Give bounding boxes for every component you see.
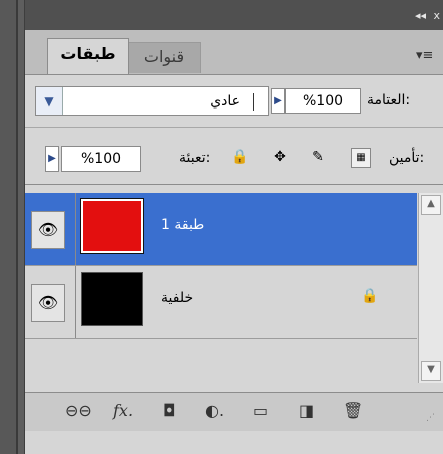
scroll-up-icon[interactable]: ▲ [421,195,441,215]
tab-channels[interactable]: قنوات [127,42,201,73]
fill-input[interactable]: %100 [61,146,141,172]
blend-opacity-row: ▼ عادي ▶ %100 العتامة: [25,74,443,128]
lock-all-icon[interactable]: 🔒 [231,148,249,166]
layers-list: 👁 طبقة 1 👁 خلفية 🔒 ▲ ▼ [25,185,443,392]
folder-icon[interactable]: ▭ [253,401,268,420]
layer-thumbnail [80,198,144,254]
close-icon[interactable]: x [433,9,440,22]
lock-icon: 🔒 [361,288,379,304]
panel-title-strip: ◂◂ x [25,0,443,31]
lock-fill-row: ▶ %100 تعبئة: 🔒 ✥ ✎ ▦ تأمين: [25,128,443,185]
panel-tabs: قنوات طبقات ▾≡ [25,30,443,75]
blend-mode-select[interactable]: ▼ عادي [35,86,269,116]
lock-label: تأمين: [389,150,425,166]
tab-layers[interactable]: طبقات [47,38,129,74]
opacity-input[interactable]: %100 [285,88,361,114]
double-chevron-icon[interactable]: ◂◂ [415,9,426,22]
fill-slider-icon[interactable]: ▶ [45,146,59,172]
fx-icon[interactable]: fx. [113,401,133,420]
eye-icon[interactable]: 👁 [31,284,65,322]
scrollbar[interactable]: ▲ ▼ [418,193,443,383]
mask-icon[interactable]: ◘ [163,401,176,420]
layer-name: طبقة 1 [161,217,205,233]
eye-icon[interactable]: 👁 [31,211,65,249]
opacity-label: العتامة: [367,92,411,108]
blend-mode-value: عادي [210,93,240,109]
trash-icon[interactable]: 🗑 [343,401,363,420]
layer-row[interactable]: 👁 خلفية 🔒 [25,266,417,339]
lock-transparency-icon[interactable]: ▦ [351,148,371,168]
layer-thumbnail [81,272,143,326]
scroll-down-icon[interactable]: ▼ [421,361,441,381]
lock-position-icon[interactable]: ✥ [271,148,289,166]
adjustment-icon[interactable]: ◐. [205,401,224,420]
menu-icon[interactable]: ▾≡ [416,48,433,63]
opacity-slider-icon[interactable]: ▶ [271,88,285,114]
new-layer-icon[interactable]: ◨ [299,401,314,420]
panel-toolbar: ⊖⊖ fx. ◘ ◐. ▭ ◨ 🗑 ⋰ [25,392,443,431]
layers-panel: ◂◂ x قنوات طبقات ▾≡ ▼ عادي ▶ %100 العتام… [24,0,443,454]
link-icon[interactable]: ⊖⊖ [65,401,92,420]
fill-label: تعبئة: [179,150,211,166]
resize-grip-icon[interactable]: ⋰ [426,413,438,425]
left-border [0,0,18,454]
layer-name: خلفية [161,290,194,306]
chevron-down-icon[interactable]: ▼ [36,87,63,115]
lock-pixels-icon[interactable]: ✎ [309,148,327,166]
layer-row[interactable]: 👁 طبقة 1 [25,193,417,266]
